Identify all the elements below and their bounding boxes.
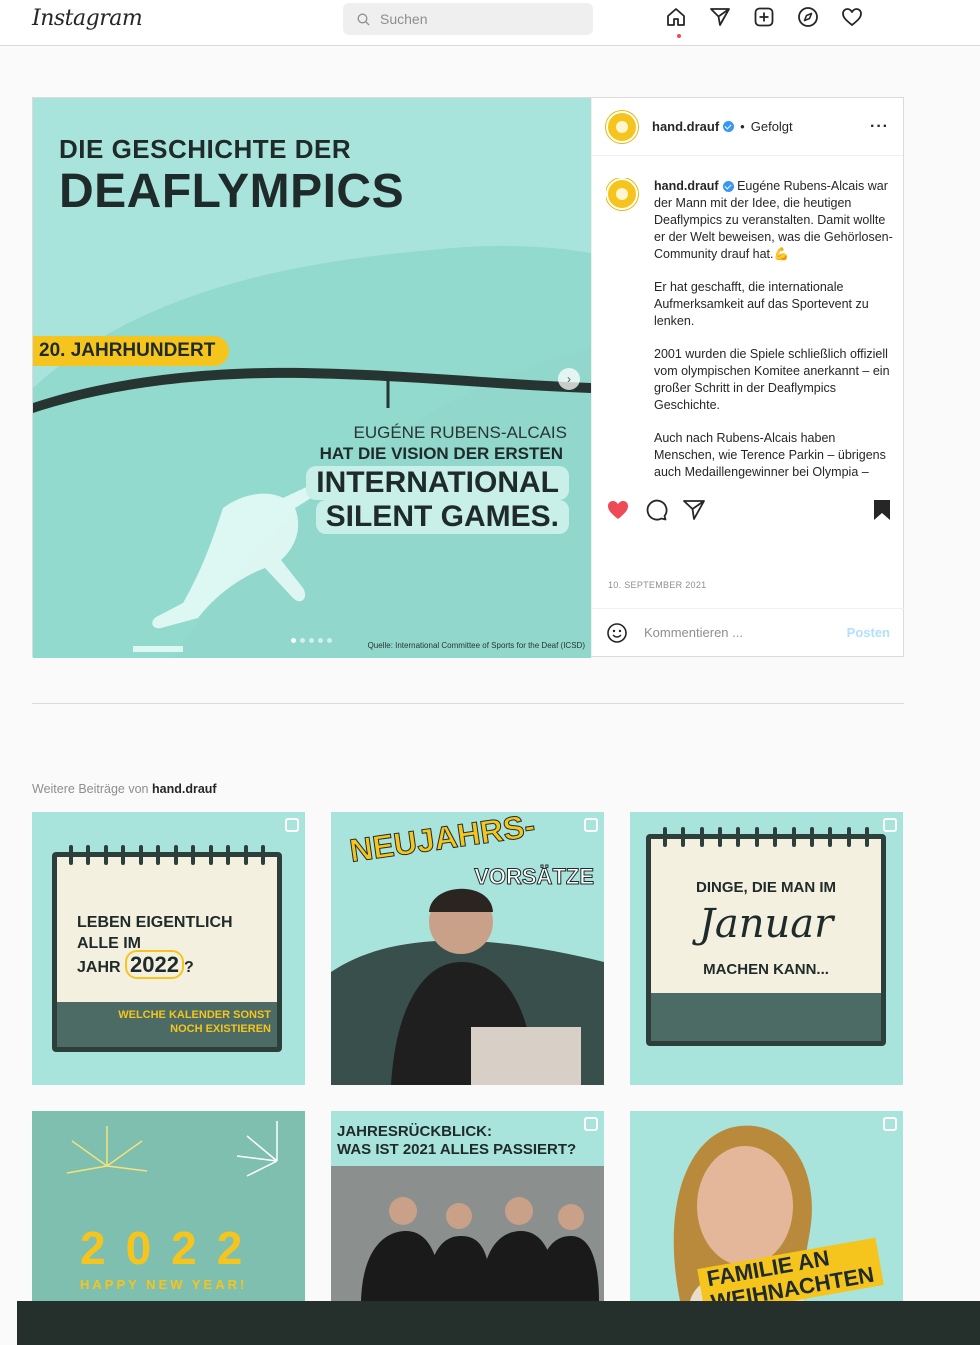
grid-post-tile[interactable]: 2022 HAPPY NEW YEAR! (32, 1111, 305, 1301)
caption-paragraph-2: Er hat geschafft, die internationale Auf… (654, 280, 869, 328)
explore-icon[interactable] (796, 5, 820, 29)
tile5-title1: JAHRESRÜCKBLICK: (337, 1123, 493, 1140)
caption-paragraph-3: 2001 wurden die Spiele schließlich offiz… (654, 347, 890, 412)
image-title-line2: DEAFLYMPICS (59, 165, 405, 218)
image-title-line1: DIE GESCHICHTE DER (59, 134, 352, 164)
section-divider (32, 703, 904, 704)
image-source-credit: Quelle: International Committee of Sport… (367, 641, 585, 650)
add-comment-row: Kommentieren ... Posten (592, 608, 904, 656)
tile3-line3: MACHEN KANN... (703, 961, 829, 978)
slide-dot (327, 638, 332, 643)
bottom-overlay-bar (17, 1301, 980, 1345)
home-icon[interactable] (664, 5, 688, 29)
carousel-icon (285, 818, 299, 832)
activity-heart-icon[interactable] (840, 5, 864, 29)
image-games-line2: SILENT GAMES. (315, 500, 569, 534)
carousel-icon (584, 1117, 598, 1131)
grid-post-tile[interactable]: JAHRESRÜCKBLICK: WAS IST 2021 ALLES PASS… (331, 1111, 604, 1301)
saved-bookmark-icon[interactable] (872, 499, 892, 521)
slide-dot (291, 638, 296, 643)
author-username[interactable]: hand.drauf (652, 119, 719, 134)
post-header: hand.drauf • Gefolgt ··· (592, 98, 903, 156)
next-slide-button[interactable]: › (558, 368, 580, 390)
tile1-line3: JAHR (77, 959, 121, 976)
post-date: 10. SEPTEMBER 2021 (608, 580, 707, 590)
slide-dot (309, 638, 314, 643)
search-icon (357, 13, 370, 25)
post-sidebar: hand.drauf • Gefolgt ··· hand.drauf Eugé… (591, 98, 904, 656)
grid-post-tile[interactable]: LEBEN EIGENTLICH ALLE IM JAHR 2022? WELC… (32, 812, 305, 1085)
tile5-title2: WAS IST 2021 ALLES PASSIERT? (337, 1141, 577, 1158)
search-placeholder: Suchen (380, 11, 428, 27)
calendar-graphic: DINGE, DIE MAN IM Januar MACHEN KANN... (646, 827, 886, 1046)
reel-icon (883, 818, 897, 832)
image-vision-text: HAT DIE VISION DER ERSTEN (319, 444, 563, 463)
like-heart-icon[interactable] (606, 498, 630, 522)
top-navigation-bar: Instagram Suchen (0, 0, 980, 46)
reel-icon (883, 1117, 897, 1131)
tile3-script: Januar (698, 901, 834, 947)
instagram-logo[interactable]: Instagram (32, 6, 143, 31)
slide-indicator (291, 638, 332, 643)
post-image[interactable]: DIE GESCHICHTE DER DEAFLYMPICS 20. JAHRH… (33, 98, 591, 658)
emoji-icon[interactable] (606, 622, 628, 644)
follow-separator: • (740, 119, 745, 134)
active-page-indicator (677, 34, 681, 38)
post-actions (606, 498, 892, 522)
more-posts-user[interactable]: hand.drauf (152, 782, 217, 796)
author-avatar[interactable] (606, 110, 638, 143)
more-posts-heading: Weitere Beiträge von hand.drauf (32, 782, 217, 796)
more-options-icon[interactable]: ··· (870, 118, 889, 136)
verified-badge-icon (723, 121, 735, 132)
search-input[interactable]: Suchen (343, 3, 593, 35)
verified-badge-icon (722, 181, 734, 193)
post-comment-button[interactable]: Posten (847, 625, 890, 640)
tile1-question: ? (183, 959, 194, 976)
more-posts-prefix: Weitere Beiträge von (32, 782, 149, 796)
post-card: DIE GESCHICHTE DER DEAFLYMPICS 20. JAHRH… (32, 97, 904, 658)
tile2-title2: VORSÄTZE (474, 864, 595, 890)
grid-post-tile[interactable]: FAMILIE AN WEIHNACHTEN (630, 1111, 903, 1301)
caption-avatar[interactable] (606, 178, 638, 210)
post-caption: hand.drauf Eugéne Rubens-Alcais war der … (606, 178, 896, 484)
comment-input[interactable]: Kommentieren ... (644, 625, 743, 640)
reel-icon (584, 818, 598, 832)
grid-post-tile[interactable]: NEUJAHRS- VORSÄTZE (331, 812, 604, 1085)
tile1-year: 2022 (125, 950, 184, 979)
tile3-line1: DINGE, DIE MAN IM (695, 879, 836, 896)
century-badge: 20. JAHRHUNDERT (33, 336, 230, 366)
comment-icon[interactable] (644, 498, 668, 522)
slide-dot (318, 638, 323, 643)
caption-paragraph-4: Auch nach Rubens-Alcais haben Menschen, … (654, 431, 886, 479)
calendar-graphic: LEBEN EIGENTLICH ALLE IM JAHR 2022? WELC… (52, 845, 282, 1052)
follow-status[interactable]: Gefolgt (751, 119, 793, 134)
grid-post-tile[interactable]: DINGE, DIE MAN IM Januar MACHEN KANN... (630, 812, 903, 1085)
tile1-line1: LEBEN EIGENTLICH (77, 914, 233, 931)
tile4-sub: HAPPY NEW YEAR! (80, 1277, 248, 1292)
image-games-line1: INTERNATIONAL (306, 466, 569, 500)
tile1-banner2: NOCH EXISTIEREN (170, 1023, 271, 1035)
tile1-banner1: WELCHE KALENDER SONST (118, 1009, 271, 1021)
caption-username[interactable]: hand.drauf (654, 179, 719, 193)
tile4-year: 2022 (80, 1222, 263, 1274)
direct-icon[interactable] (708, 5, 732, 29)
new-post-icon[interactable] (752, 5, 776, 29)
share-icon[interactable] (682, 498, 706, 522)
image-person-name: EUGÉNE RUBENS-ALCAIS (353, 423, 568, 442)
slide-dot (300, 638, 305, 643)
